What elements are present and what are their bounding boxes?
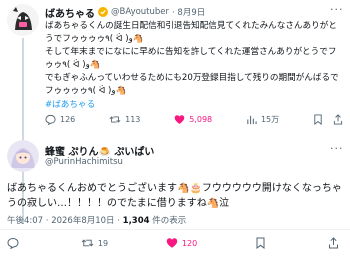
- verified-badge-icon: [98, 7, 108, 17]
- views-count-bold: 1,304: [122, 216, 150, 226]
- views-button[interactable]: 15万: [246, 114, 279, 125]
- tweet2-header: 蜂蜜 ぷりん🍮 ぷいぱい: [45, 143, 295, 158]
- reply-icon: [7, 237, 19, 249]
- bookmark-icon: [256, 237, 265, 249]
- tweet1-header: ばあちゃる @BAyoutuber · 8月9日: [45, 5, 335, 20]
- retweet-icon: [81, 239, 94, 247]
- heart-filled-icon: [174, 114, 185, 124]
- reply-count: 126: [60, 114, 76, 124]
- tweet-timestamp[interactable]: 午後4:07 · 2026年8月10日 ·: [7, 216, 123, 226]
- retweet-button[interactable]: 113: [109, 114, 140, 125]
- hashtag-link[interactable]: #ばあちゃる: [45, 98, 95, 110]
- display-name[interactable]: 蜂蜜 ぷりん🍮 ぷいぱい: [45, 143, 154, 158]
- views-label: 件の表示: [149, 216, 187, 226]
- handle[interactable]: @BAyoutuber: [111, 7, 169, 17]
- tweet2-text: ばあちゃるくんおめでとうございます🐴🎂フウウウウウ開けなくなっちゃうの寂しい…！…: [7, 183, 342, 209]
- share-button[interactable]: [328, 237, 343, 249]
- heart-filled-icon: [166, 238, 178, 248]
- like-count: 120: [181, 238, 198, 248]
- like-count: 5,098: [189, 114, 213, 124]
- tweet-date[interactable]: · 8月9日: [172, 6, 205, 18]
- bookmark-icon[interactable]: [313, 113, 323, 125]
- avatar-bayoutuber[interactable]: [7, 4, 39, 36]
- tweet2-timestamp-line: 午後4:07 · 2026年8月10日 · 1,304 件の表示: [7, 214, 186, 226]
- divider: [0, 229, 350, 230]
- views-icon: [247, 115, 257, 124]
- retweet-count: 113: [125, 114, 141, 124]
- handle[interactable]: @PurinHachimitsu: [45, 157, 123, 167]
- bookmark-button[interactable]: [255, 237, 270, 249]
- retweet-button[interactable]: 19: [81, 237, 108, 249]
- like-button[interactable]: 5,098: [174, 114, 212, 125]
- display-name[interactable]: ばあちゃる: [45, 5, 95, 20]
- like-button[interactable]: 120: [166, 237, 197, 249]
- tweet1-actions: 126 113 5,098 15万: [45, 112, 343, 126]
- reply-icon: [45, 114, 56, 125]
- reply-button[interactable]: 126: [45, 114, 75, 125]
- tweet2-actions: 19 120: [7, 236, 343, 250]
- retweet-count: 19: [97, 238, 109, 248]
- share-icon: [328, 237, 338, 249]
- more-options-icon[interactable]: ···: [330, 3, 344, 16]
- more-options-icon[interactable]: ···: [330, 142, 344, 155]
- retweet-icon: [109, 115, 121, 123]
- avatar-purinhachimitsu[interactable]: [7, 140, 39, 172]
- tweet1-text: ばあちゃるくんの誕生日配信和引退告知配信見てくれたみんなさんありがとうでフゥゥゥ…: [45, 21, 339, 96]
- share-icon[interactable]: [333, 113, 343, 125]
- reply-button[interactable]: [7, 237, 23, 249]
- views-count: 15万: [260, 114, 280, 124]
